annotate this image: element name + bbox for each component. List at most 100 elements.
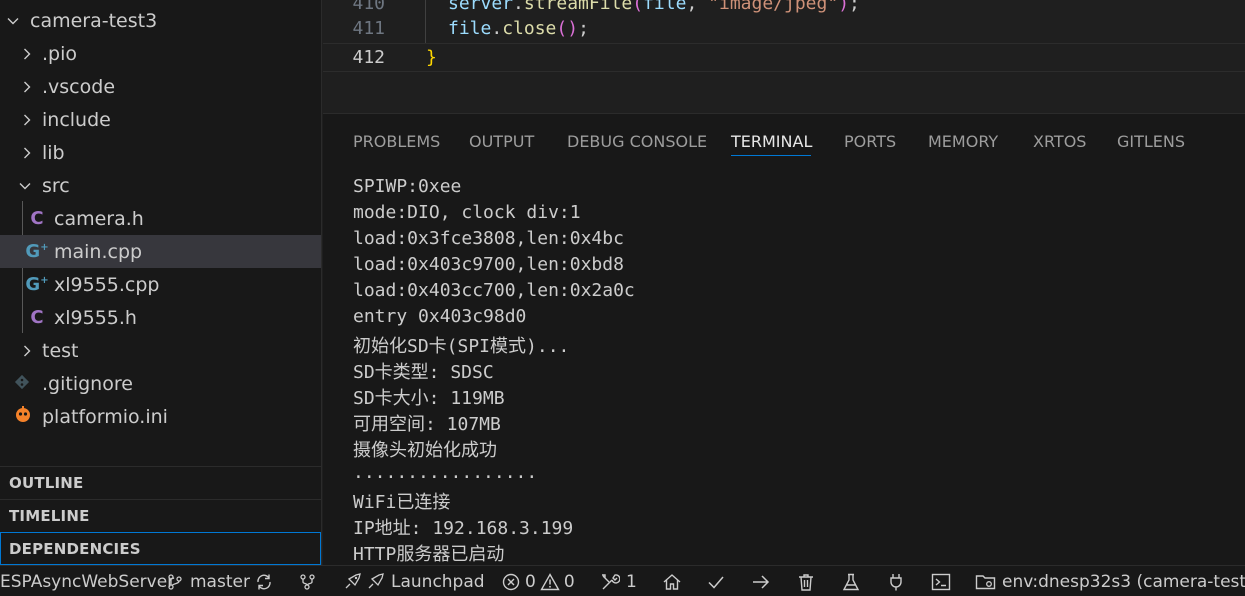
tree-item-main-cpp[interactable]: G+ main.cpp [0, 235, 321, 268]
tab-memory[interactable]: MEMORY [928, 132, 998, 151]
tree-item-label: .pio [42, 42, 78, 65]
platformio-build-button[interactable] [706, 566, 726, 596]
tree-item-xl9555-h[interactable]: C xl9555.h [0, 301, 321, 334]
tree-item-platformio-ini[interactable]: platformio.ini [0, 400, 321, 433]
terminal-line: SD卡类型: SDSC [353, 362, 494, 383]
platformio-clean-button[interactable] [796, 566, 816, 596]
warning-icon [540, 572, 560, 591]
terminal-line: 可用空间: 107MB [353, 414, 501, 435]
tree-item-gitignore[interactable]: .gitignore [0, 367, 321, 400]
git-graph-button[interactable] [298, 566, 318, 596]
flask-icon [841, 573, 861, 591]
tab-problems[interactable]: PROBLEMS [353, 132, 440, 151]
rocket-icon [343, 572, 363, 591]
tab-output[interactable]: OUTPUT [469, 132, 534, 151]
branch-name: master [190, 571, 250, 592]
home-icon [662, 573, 682, 591]
plug-icon [886, 573, 906, 591]
tree-item-camera-h[interactable]: C camera.h [0, 202, 321, 235]
code-editor[interactable]: 410 server.streamFile(file, "image/jpeg"… [323, 0, 1245, 113]
terminal-line: WiFi已连接 [353, 492, 451, 513]
tree-item-pio[interactable]: .pio [0, 37, 321, 70]
tab-gitlens[interactable]: GITLENS [1117, 132, 1185, 151]
error-count: 0 [525, 571, 536, 592]
git-branch-status[interactable]: master [166, 566, 250, 596]
status-bar: ESPAsyncWebServer master Launchpad 0 0 1… [0, 565, 1245, 596]
tools-status[interactable]: 1 [600, 566, 637, 596]
terminal-line: load:0x403cc700,len:0x2a0c [353, 280, 635, 301]
warning-count: 0 [563, 571, 575, 592]
git-graph-icon [298, 573, 318, 591]
terminal-line: load:0x3fce3808,len:0x4bc [353, 228, 624, 249]
terminal-line: HTTP服务器已启动 [353, 544, 505, 565]
library-status[interactable]: ESPAsyncWebServer [0, 566, 174, 596]
tree-item-lib[interactable]: lib [0, 136, 321, 169]
tree-item-label: .vscode [42, 75, 116, 98]
explorer-root-label: camera-test3 [30, 9, 158, 32]
chevron-right-icon [21, 114, 33, 126]
chevron-down-icon [19, 180, 31, 192]
check-icon [706, 573, 726, 591]
tools-icon [600, 573, 620, 591]
c-file-icon: C [30, 208, 44, 229]
terminal-line: SPIWP:0xee [353, 176, 462, 197]
chevron-right-icon [21, 48, 33, 60]
terminal-line: load:0x403c9700,len:0xbd8 [353, 254, 624, 275]
problems-status[interactable]: 0 0 [501, 566, 575, 596]
serial-monitor-button[interactable] [886, 566, 906, 596]
tree-item-test[interactable]: test [0, 334, 321, 367]
outline-panel-header[interactable]: OUTLINE [0, 466, 321, 499]
dependencies-panel-header[interactable]: DEPENDENCIES [0, 532, 321, 565]
line-number: 412 [352, 47, 385, 68]
sync-button[interactable] [254, 566, 274, 596]
terminal-line: entry 0x403c98d0 [353, 306, 527, 327]
tree-item-label: main.cpp [54, 240, 143, 263]
tree-item-label: xl9555.h [54, 306, 137, 329]
platformio-test-button[interactable] [841, 566, 861, 596]
platformio-upload-button[interactable] [751, 566, 771, 596]
folder-env-icon [975, 573, 997, 591]
tree-item-label: .gitignore [42, 372, 133, 395]
explorer-root-folder[interactable]: camera-test3 [0, 4, 321, 37]
timeline-panel-header[interactable]: TIMELINE [0, 499, 321, 532]
chevron-down-icon [7, 15, 19, 27]
sync-icon [254, 573, 274, 591]
terminal-line: IP地址: 192.168.3.199 [353, 518, 574, 539]
terminal-icon [931, 573, 951, 591]
bottom-panel: PROBLEMS OUTPUT DEBUG CONSOLE TERMINAL P… [323, 113, 1245, 565]
code-text: file.close(); [448, 18, 589, 39]
code-line-current[interactable]: 412 } [323, 43, 1245, 72]
arrow-right-icon [751, 573, 771, 591]
tree-item-include[interactable]: include [0, 103, 321, 136]
environment-selector[interactable]: env:dnesp32s3 (camera-test3) [975, 566, 1245, 596]
tools-count: 1 [626, 571, 637, 592]
launchpad-label: Launchpad [391, 571, 485, 592]
cpp-file-icon: G+ [25, 274, 49, 295]
tree-item-label: lib [42, 141, 65, 164]
code-line[interactable]: 411 file.close(); [323, 14, 1245, 43]
chevron-right-icon [21, 345, 33, 357]
tab-debug-console[interactable]: DEBUG CONSOLE [567, 132, 707, 151]
tree-item-label: include [42, 108, 111, 131]
error-icon [501, 573, 521, 591]
tree-item-label: src [42, 174, 70, 197]
terminal-line: SD卡大小: 119MB [353, 388, 505, 409]
new-terminal-button[interactable] [931, 566, 951, 596]
platformio-home-button[interactable] [662, 566, 682, 596]
platformio-icon [14, 405, 32, 428]
trash-icon [796, 573, 816, 591]
tab-ports[interactable]: PORTS [844, 132, 896, 151]
launchpad-button[interactable]: Launchpad [343, 566, 485, 596]
tab-terminal[interactable]: TERMINAL [731, 132, 812, 151]
tree-item-xl9555-cpp[interactable]: G+ xl9555.cpp [0, 268, 321, 301]
cpp-file-icon: G+ [25, 241, 49, 262]
active-tab-indicator [731, 155, 811, 156]
tab-xrtos[interactable]: XRTOS [1033, 132, 1086, 151]
tree-item-vscode[interactable]: .vscode [0, 70, 321, 103]
git-branch-icon [166, 573, 184, 591]
tree-item-src[interactable]: src [0, 169, 321, 202]
environment-label: env:dnesp32s3 (camera-test3) [1002, 571, 1245, 592]
terminal-line: 初始化SD卡(SPI模式)... [353, 336, 570, 357]
line-number: 410 [352, 0, 385, 14]
code-text: } [426, 47, 437, 68]
